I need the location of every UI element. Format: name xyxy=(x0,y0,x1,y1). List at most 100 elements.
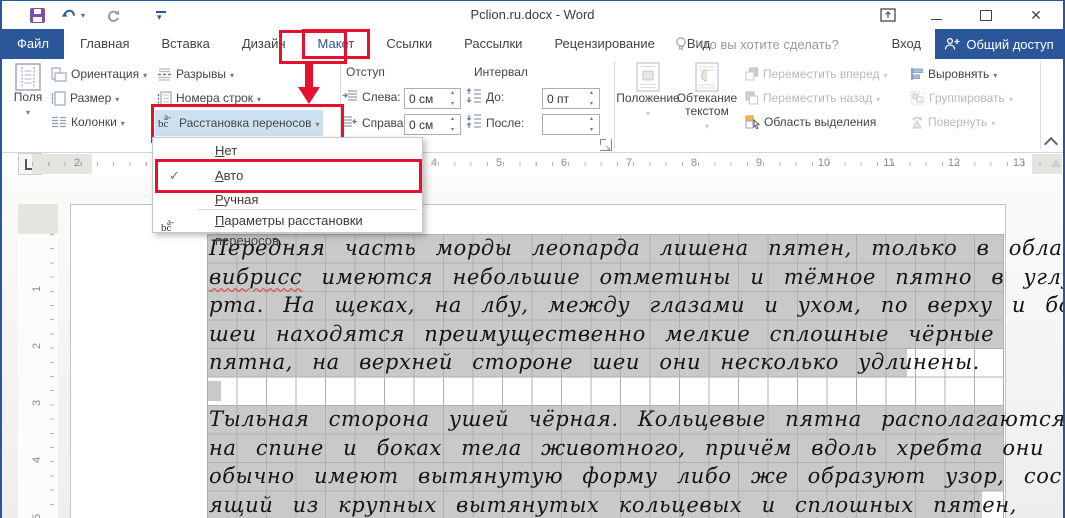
text-line[interactable]: шеи находятся преимущественно мелкие спл… xyxy=(207,320,1004,349)
send-backward-icon xyxy=(745,91,759,105)
chevron-down-icon xyxy=(991,115,995,129)
callout-arrow xyxy=(305,61,313,88)
text-line[interactable]: на спине и боках тела животного, причём … xyxy=(207,434,1004,463)
indent-header: Отступ xyxy=(346,65,385,79)
group-button[interactable]: Группировать xyxy=(907,87,1016,109)
ruler-number: 7 xyxy=(626,157,632,169)
hyphenation-button[interactable]: Расстановка переносов xyxy=(155,110,323,136)
ribbon-display-options-button[interactable] xyxy=(873,5,903,25)
tab-review[interactable]: Рецензирование xyxy=(538,29,670,59)
chevron-down-icon xyxy=(993,67,997,81)
tab-layout[interactable]: Макет xyxy=(302,29,371,59)
text-line[interactable]: ящий из крупных вытянутых кольцевых и сп… xyxy=(207,491,1004,518)
indent-left-icon xyxy=(342,89,358,103)
send-backward-button[interactable]: Переместить назад xyxy=(742,87,883,109)
vruler-top-margin xyxy=(18,204,58,234)
position-button[interactable]: Положение xyxy=(622,62,674,119)
close-button[interactable]: ✕ xyxy=(1021,5,1051,25)
menu-item-none[interactable]: Нет xyxy=(153,141,422,161)
maximize-button[interactable] xyxy=(971,5,1001,25)
bring-forward-button[interactable]: Переместить вперед xyxy=(742,63,891,85)
ruler-number: 6 xyxy=(561,157,567,169)
spinner-arrows[interactable] xyxy=(446,89,459,108)
ruler-number: 2 xyxy=(74,157,80,169)
menu-item-manual[interactable]: Ручная xyxy=(153,190,422,210)
orientation-icon xyxy=(51,67,67,82)
breaks-icon xyxy=(157,67,172,82)
selection-highlight xyxy=(207,381,221,401)
spinner-arrows[interactable] xyxy=(585,89,598,108)
orientation-button[interactable]: Ориентация xyxy=(48,63,150,85)
spacing-after-label: После: xyxy=(486,116,524,130)
indent-right-icon xyxy=(342,115,358,129)
tab-home[interactable]: Главная xyxy=(64,29,145,59)
hyphenation-menu: Нет Авто Ручная Параметры расстановки пе… xyxy=(152,137,423,233)
chevron-down-icon xyxy=(883,67,887,81)
share-label: Общий доступ xyxy=(966,37,1053,52)
indent-left-input[interactable]: 0 см xyxy=(404,88,461,109)
sign-in-button[interactable]: Вход xyxy=(892,29,921,59)
tab-file[interactable]: Файл xyxy=(2,29,64,59)
rotate-button[interactable]: Повернуть xyxy=(907,111,998,133)
selection-pane-button[interactable]: Область выделения xyxy=(742,111,879,133)
ruler-number: 10 xyxy=(818,157,830,169)
menu-item-auto[interactable]: Авто xyxy=(153,166,422,186)
breaks-button[interactable]: Разрывы xyxy=(154,63,237,85)
collapse-ribbon-button[interactable] xyxy=(1046,139,1056,149)
paragraph-dialog-launcher-icon[interactable] xyxy=(600,139,612,151)
indent-right-input[interactable]: 0 см xyxy=(404,114,461,135)
text-line[interactable] xyxy=(207,377,1004,406)
close-icon: ✕ xyxy=(1030,7,1042,24)
chevron-down-icon xyxy=(257,91,261,105)
wrap-text-button[interactable]: Обтекание текстом xyxy=(676,62,738,132)
tell-me-box[interactable]: Что вы хотите сделать? xyxy=(674,29,839,59)
text-line[interactable]: обычно имеют вытянутую форму либо же обр… xyxy=(207,462,1004,491)
minimize-button[interactable] xyxy=(921,5,951,25)
tell-me-placeholder: Что вы хотите сделать? xyxy=(695,37,839,52)
tab-references[interactable]: Ссылки xyxy=(370,29,448,59)
line-numbers-button[interactable]: Номера строк xyxy=(154,87,264,109)
size-icon xyxy=(51,91,66,106)
text-line[interactable]: вибрисс имеются небольшие отметины и тём… xyxy=(207,263,1004,292)
spacing-before-label: До: xyxy=(486,90,504,104)
title-bar: ▾ Pclion.ru.docx - Word ✕ xyxy=(2,1,1063,29)
margins-button[interactable]: Поля xyxy=(8,63,48,118)
chevron-down-icon xyxy=(705,118,709,132)
wrap-text-icon xyxy=(695,62,719,92)
hyphenation-icon xyxy=(158,115,175,131)
ruler-number: 12 xyxy=(948,157,960,169)
tab-design[interactable]: Дизайн xyxy=(226,29,302,59)
tab-insert[interactable]: Вставка xyxy=(145,29,225,59)
chevron-down-icon xyxy=(121,115,125,129)
share-button[interactable]: Общий доступ xyxy=(935,29,1063,59)
text-body: Передняя часть морды леопарда лишена пят… xyxy=(207,234,1004,518)
spinner-arrows[interactable] xyxy=(585,115,598,134)
text-line[interactable]: Тыльная сторона ушей чёрная. Кольцевые п… xyxy=(207,405,1004,434)
minimize-icon xyxy=(931,19,942,20)
chevron-down-icon xyxy=(115,91,119,105)
columns-icon xyxy=(51,115,67,129)
indent-left-label: Слева: xyxy=(362,90,401,104)
text-line[interactable]: пятна, на верхней стороне шеи они нескол… xyxy=(207,348,1004,377)
align-button[interactable]: Выровнять xyxy=(907,63,1000,85)
lightbulb-icon xyxy=(674,36,688,52)
spacing-after-icon xyxy=(466,114,482,129)
callout-arrow-head xyxy=(298,87,320,104)
align-icon xyxy=(910,67,924,81)
position-icon xyxy=(635,62,661,92)
text-line[interactable]: рта. На щеках, на лбу, между глазами и у… xyxy=(207,291,1004,320)
chevron-down-icon xyxy=(143,67,147,81)
columns-button[interactable]: Колонки xyxy=(48,111,128,133)
spacing-after-input[interactable] xyxy=(542,114,600,135)
chevron-down-icon xyxy=(1009,91,1013,105)
tab-mailings[interactable]: Рассылки xyxy=(448,29,538,59)
size-button[interactable]: Размер xyxy=(48,87,122,109)
chevron-down-icon xyxy=(316,116,320,130)
person-add-icon xyxy=(944,37,960,51)
spinner-arrows[interactable] xyxy=(446,115,459,134)
spacing-before-input[interactable]: 0 пт xyxy=(542,88,600,109)
margins-icon xyxy=(15,63,41,91)
right-indent-marker[interactable] xyxy=(1051,159,1061,167)
vertical-ruler[interactable]: 1 2 3 4 5 xyxy=(18,204,58,518)
menu-item-hyphenation-options[interactable]: Параметры расстановки переносов... xyxy=(153,211,422,231)
